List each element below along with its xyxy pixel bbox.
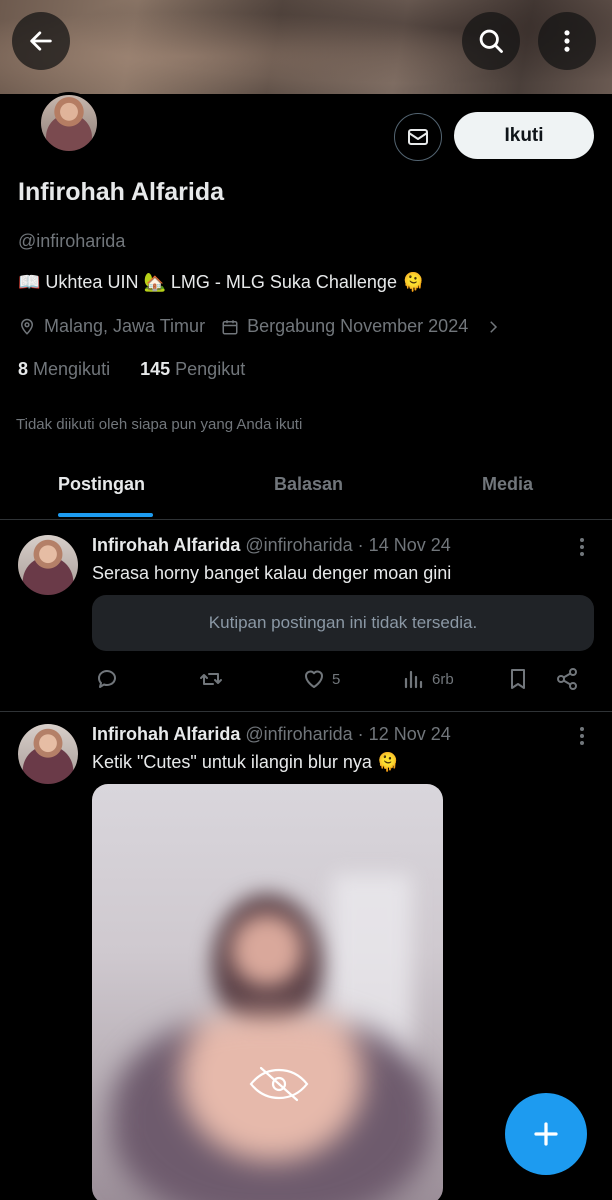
tab-media[interactable]: Media xyxy=(482,474,533,495)
followers-link[interactable]: 145 Pengikut xyxy=(140,359,245,379)
reply-icon xyxy=(98,670,116,688)
back-button[interactable] xyxy=(12,12,70,70)
post-media-blurred[interactable] xyxy=(92,784,443,1200)
profile-tabs: Postingan Balasan Media xyxy=(0,462,612,520)
post-header: Infirohah Alfarida @infiroharida · 12 No… xyxy=(92,724,451,745)
post-avatar[interactable] xyxy=(18,724,78,784)
share-icon xyxy=(557,668,577,690)
profile-handle: @infiroharida xyxy=(18,231,126,251)
active-tab-indicator xyxy=(58,513,153,517)
profile-location: Malang, Jawa Timur xyxy=(44,316,206,336)
compose-button[interactable] xyxy=(505,1093,587,1175)
view-count: 6rb xyxy=(432,670,454,688)
post-meta: @infiroharida · 12 Nov 24 xyxy=(245,724,451,744)
views-button[interactable]: 6rb xyxy=(402,667,454,691)
reply-button[interactable] xyxy=(95,667,125,691)
bookmark-icon xyxy=(511,669,525,689)
more-vertical-icon xyxy=(564,30,570,52)
share-button[interactable] xyxy=(555,667,585,691)
post-author-name[interactable]: Infirohah Alfarida xyxy=(92,724,240,744)
heart-icon xyxy=(305,670,323,688)
repost-icon xyxy=(200,673,222,685)
post-divider xyxy=(0,711,612,712)
message-button[interactable] xyxy=(394,113,442,161)
eye-off-icon[interactable] xyxy=(247,1064,311,1104)
tab-balasan[interactable]: Balasan xyxy=(274,474,343,495)
location-icon xyxy=(20,318,34,335)
following-link[interactable]: 8 Mengikuti xyxy=(18,359,110,379)
post-avatar[interactable] xyxy=(18,535,78,595)
post-author-name[interactable]: Infirohah Alfarida xyxy=(92,535,240,555)
calendar-icon xyxy=(222,319,238,334)
post-more-icon[interactable] xyxy=(574,726,590,746)
like-count: 5 xyxy=(332,670,341,688)
tab-postingan[interactable]: Postingan xyxy=(58,474,145,495)
post-more-icon[interactable] xyxy=(574,537,590,557)
post-text: Serasa horny banget kalau denger moan gi… xyxy=(92,563,452,583)
views-icon xyxy=(404,670,423,689)
plus-icon xyxy=(534,1122,558,1146)
bookmark-button[interactable] xyxy=(506,667,536,691)
chevron-right-icon[interactable] xyxy=(484,318,502,336)
profile-joined: Bergabung November 2024 xyxy=(247,316,469,336)
profile-meta: Malang, Jawa Timur Bergabung November 20… xyxy=(18,316,502,337)
more-button[interactable] xyxy=(538,12,596,70)
post-header: Infirohah Alfarida @infiroharida · 14 No… xyxy=(92,535,451,556)
arrow-left-icon xyxy=(30,31,52,51)
follow-button[interactable]: Ikuti xyxy=(454,112,594,159)
media-blur-detail xyxy=(212,894,322,1034)
profile-banner[interactable] xyxy=(0,0,612,94)
quote-unavailable-text: Kutipan postingan ini tidak tersedia. xyxy=(208,613,478,632)
profile-avatar[interactable] xyxy=(38,92,100,154)
search-icon xyxy=(479,29,503,53)
profile-stats: 8 Mengikuti 145 Pengikut xyxy=(18,359,245,380)
not-followed-notice: Tidak diikuti oleh siapa pun yang Anda i… xyxy=(16,416,303,433)
profile-bio: 📖 Ukhtea UIN 🏡 LMG - MLG Suka Challenge … xyxy=(18,272,425,292)
media-blur-detail xyxy=(112,1014,432,1200)
post-text: Ketik "Cutes" untuk ilangin blur nya 🫠 xyxy=(92,752,400,772)
search-button[interactable] xyxy=(462,12,520,70)
profile-name: Infirohah Alfarida xyxy=(18,178,225,206)
quote-unavailable-box: Kutipan postingan ini tidak tersedia. xyxy=(92,595,594,651)
like-button[interactable]: 5 xyxy=(302,667,340,691)
post-actions: 5 6rb xyxy=(0,667,612,697)
repost-button[interactable] xyxy=(199,667,229,691)
post-meta: @infiroharida · 14 Nov 24 xyxy=(245,535,451,555)
mail-icon xyxy=(408,129,428,145)
